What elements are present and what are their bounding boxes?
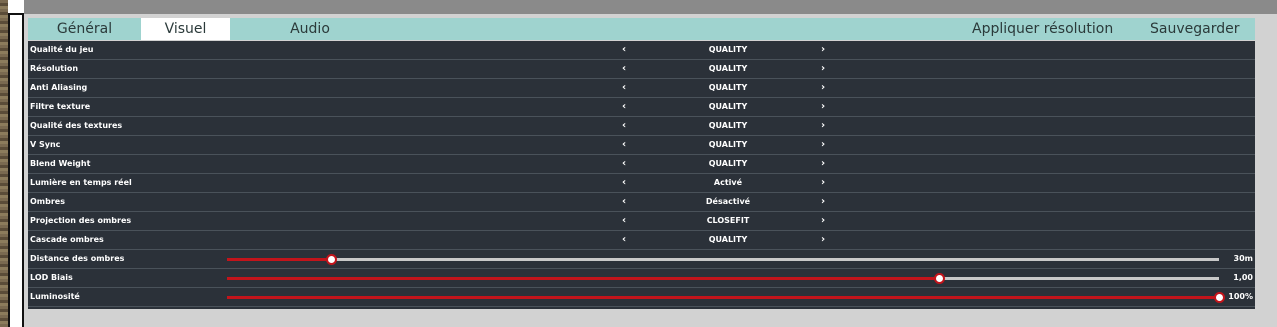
setting-row-texture-quality: Qualité des textures ‹ QUALITY ›: [28, 117, 1255, 136]
previous-option-button[interactable]: ‹: [618, 117, 630, 135]
slider-row-shadow-distance: Distance des ombres 30m: [28, 250, 1255, 269]
setting-row-shadow-projection: Projection des ombres ‹ CLOSEFIT ›: [28, 212, 1255, 231]
previous-option-button[interactable]: ‹: [618, 79, 630, 97]
slider-row-brightness: Luminosité 100%: [28, 288, 1255, 307]
setting-label: V Sync: [30, 140, 61, 149]
setting-label: LOD Biais: [30, 273, 73, 282]
tab-visuel[interactable]: Visuel: [141, 18, 230, 40]
setting-label: Lumière en temps réel: [30, 178, 132, 187]
setting-value: QUALITY: [708, 121, 748, 130]
next-option-button[interactable]: ›: [817, 41, 829, 59]
previous-option-button[interactable]: ‹: [618, 136, 630, 154]
setting-label: Distance des ombres: [30, 254, 125, 263]
setting-label: Qualité des textures: [30, 121, 123, 130]
previous-option-button[interactable]: ‹: [618, 155, 630, 173]
slider-fill: [227, 296, 1219, 299]
previous-option-button[interactable]: ‹: [618, 41, 630, 59]
setting-label: Projection des ombres: [30, 216, 132, 225]
setting-label: Anti Aliasing: [30, 83, 88, 92]
setting-value: Activé: [713, 178, 743, 187]
setting-value: QUALITY: [708, 45, 748, 54]
setting-row-anti-aliasing: Anti Aliasing ‹ QUALITY ›: [28, 79, 1255, 98]
slider-thumb[interactable]: [934, 273, 946, 284]
setting-row-texture-filter: Filtre texture ‹ QUALITY ›: [28, 98, 1255, 117]
previous-option-button[interactable]: ‹: [618, 60, 630, 78]
slider-thumb[interactable]: [1214, 292, 1225, 303]
slider-value: 30m: [1233, 254, 1253, 263]
next-option-button[interactable]: ›: [817, 79, 829, 97]
setting-value: QUALITY: [708, 102, 748, 111]
previous-option-button[interactable]: ‹: [618, 193, 630, 211]
setting-value: QUALITY: [708, 159, 748, 168]
previous-option-button[interactable]: ‹: [618, 98, 630, 116]
brightness-slider[interactable]: [227, 292, 1225, 303]
next-option-button[interactable]: ›: [817, 136, 829, 154]
side-frame-top: [8, 0, 24, 15]
slider-row-lod-bias: LOD Biais 1,00: [28, 269, 1255, 288]
setting-label: Filtre texture: [30, 102, 91, 111]
setting-value: QUALITY: [708, 83, 748, 92]
visual-settings-list: Qualité du jeu ‹ QUALITY › Résolution ‹ …: [28, 41, 1255, 309]
slider-thumb[interactable]: [326, 254, 338, 265]
next-option-button[interactable]: ›: [817, 231, 829, 249]
setting-value: QUALITY: [708, 140, 748, 149]
setting-row-resolution: Résolution ‹ QUALITY ›: [28, 60, 1255, 79]
setting-value: QUALITY: [708, 64, 748, 73]
setting-row-blend-weight: Blend Weight ‹ QUALITY ›: [28, 155, 1255, 174]
setting-row-shadows: Ombres ‹ Désactivé ›: [28, 193, 1255, 212]
next-option-button[interactable]: ›: [817, 60, 829, 78]
setting-label: Luminosité: [30, 292, 80, 301]
apply-resolution-button[interactable]: Appliquer résolution: [972, 18, 1113, 40]
setting-row-vsync: V Sync ‹ QUALITY ›: [28, 136, 1255, 155]
setting-row-shadow-cascade: Cascade ombres ‹ QUALITY ›: [28, 231, 1255, 250]
settings-tab-bar: Général Visuel Audio Appliquer résolutio…: [28, 18, 1255, 40]
slider-fill: [227, 277, 940, 280]
slider-value: 1,00: [1233, 273, 1253, 282]
next-option-button[interactable]: ›: [817, 155, 829, 173]
setting-label: Résolution: [30, 64, 79, 73]
setting-label: Blend Weight: [30, 159, 91, 168]
setting-label: Qualité du jeu: [30, 45, 94, 54]
previous-option-button[interactable]: ‹: [618, 231, 630, 249]
background-texture: [0, 0, 8, 327]
lod-bias-slider[interactable]: [227, 273, 1219, 284]
setting-label: Cascade ombres: [30, 235, 104, 244]
next-option-button[interactable]: ›: [817, 212, 829, 230]
side-frame: [8, 0, 24, 327]
next-option-button[interactable]: ›: [817, 98, 829, 116]
setting-value: CLOSEFIT: [706, 216, 750, 225]
setting-row-game-quality: Qualité du jeu ‹ QUALITY ›: [28, 41, 1255, 60]
tab-audio[interactable]: Audio: [248, 18, 372, 40]
previous-option-button[interactable]: ‹: [618, 174, 630, 192]
setting-label: Ombres: [30, 197, 65, 206]
shadow-distance-slider[interactable]: [227, 254, 1219, 265]
previous-option-button[interactable]: ‹: [618, 212, 630, 230]
setting-row-realtime-light: Lumière en temps réel ‹ Activé ›: [28, 174, 1255, 193]
setting-value: Désactivé: [705, 197, 751, 206]
next-option-button[interactable]: ›: [817, 117, 829, 135]
slider-value: 100%: [1228, 292, 1253, 301]
next-option-button[interactable]: ›: [817, 193, 829, 211]
next-option-button[interactable]: ›: [817, 174, 829, 192]
setting-value: QUALITY: [708, 235, 748, 244]
slider-fill: [227, 258, 332, 261]
save-button[interactable]: Sauvegarder: [1150, 18, 1239, 40]
tab-general[interactable]: Général: [28, 18, 141, 40]
